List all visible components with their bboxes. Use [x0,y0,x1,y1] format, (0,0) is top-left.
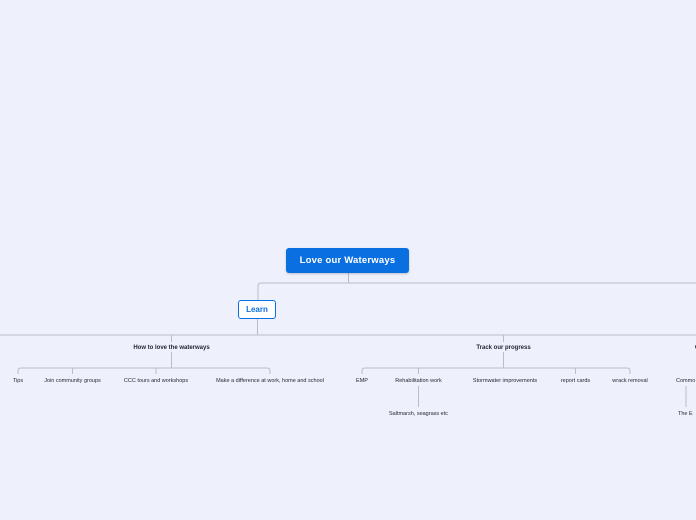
branch-node-learn[interactable]: Learn [238,300,276,319]
leaf-node[interactable]: Rehabilitation work [395,378,441,384]
leaf-node[interactable]: CCC tours and workshops [124,378,188,384]
leaf-node[interactable]: Commo [676,378,695,384]
leaf-node[interactable]: Tips [13,378,23,384]
leaf-node[interactable]: Make a difference at work, home and scho… [216,378,324,384]
leaf-node[interactable]: Stormwater improvements [473,378,537,384]
leaf-node[interactable]: Saltmarsh, seagrass etc [389,411,448,417]
leaf-node[interactable]: report cards [561,378,590,384]
leaf-node[interactable]: The E [678,411,693,417]
root-node[interactable]: Love our Waterways [286,248,409,273]
leaf-node[interactable]: EMP [356,378,368,384]
mind-map-canvas[interactable]: Love our Waterways Learn How to love the… [0,0,696,520]
topic-node[interactable]: Track our progress [476,345,530,351]
leaf-node[interactable]: Join community groups [44,378,101,384]
leaf-node[interactable]: wrack removal [612,378,647,384]
topic-node[interactable]: How to love the waterways [133,345,209,351]
